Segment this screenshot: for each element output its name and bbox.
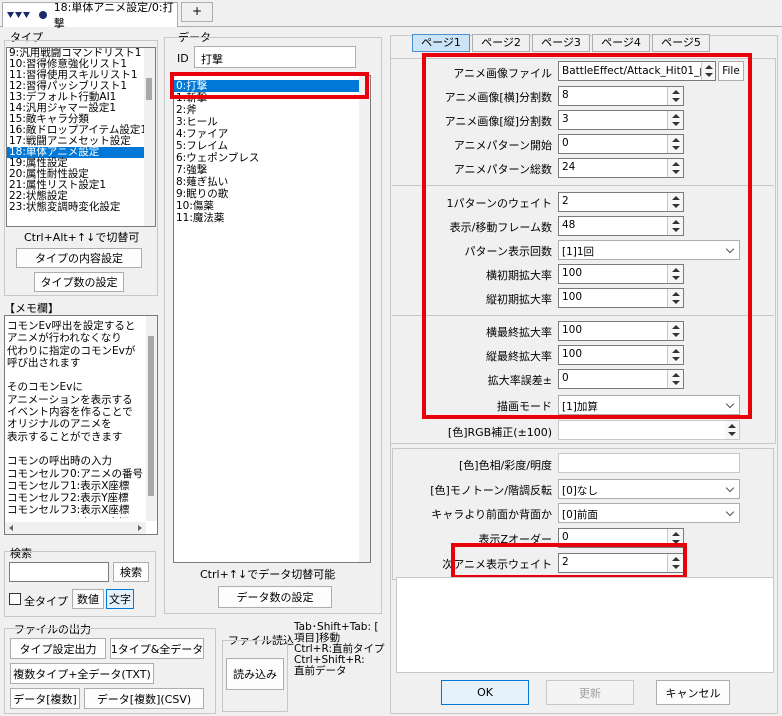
page-tab-5[interactable]: ページ5 [652, 34, 710, 52]
type-list-scrollbar[interactable] [144, 48, 155, 226]
scroll-thumb[interactable] [146, 78, 152, 100]
page-tab-3[interactable]: ページ3 [532, 34, 590, 52]
data-list-scrollbar[interactable] [359, 76, 370, 562]
type-count-button[interactable]: タイプ数の設定 [34, 272, 124, 292]
rgb-label: [色]RGB補正(±100) [447, 426, 552, 439]
memo-line: アニメーションを表示する [7, 393, 133, 406]
search-button[interactable]: 検索 [113, 562, 149, 582]
data-hint: Ctrl+↑↓でデータ切替可能 [200, 568, 336, 581]
text-toggle[interactable]: 文字 [106, 589, 134, 609]
page-tabs: ページ1 ページ2 ページ3 ページ4 ページ5 [412, 34, 710, 52]
memo-line: アニメが行われなくなり [7, 332, 122, 345]
update-button[interactable]: 更新 [546, 680, 634, 705]
type-hint: Ctrl+Alt+↑↓で切替可 [24, 231, 140, 244]
data-list-item[interactable]: 4:ファイア [174, 128, 360, 140]
data-list[interactable]: 0:打撃 1:斬撃 2:斧 3:ヒール 4:ファイア 5:フレイム 6:ウェポンブレス 7:強… [173, 75, 371, 563]
highlight-fields-main [422, 53, 752, 419]
ok-button[interactable]: OK [441, 680, 529, 705]
highlight-data-item [170, 72, 369, 99]
search-input[interactable] [9, 562, 109, 582]
type-list[interactable]: 9:汎用戦闘コマンドリスト1 10:習得修意強化リスト1 11:習得使用スキルリスト… [6, 47, 156, 227]
memo-line: 表示することができます [7, 430, 123, 443]
memo-line: オリジナルのアニメを [7, 418, 112, 431]
memo-heading: 【メモ欄】 [4, 302, 59, 315]
type-content-button[interactable]: タイプの内容設定 [16, 248, 142, 268]
data-list-item[interactable]: 10:傷薬 [174, 200, 360, 212]
data-list-item[interactable]: 6:ウェポンブレス [174, 152, 360, 164]
memo-hscroll[interactable] [5, 522, 146, 534]
circle-icon [39, 11, 48, 19]
memo-line: コモンEv呼出を設定すると [7, 320, 136, 332]
all-types-checkbox[interactable] [9, 593, 21, 605]
data-count-button[interactable]: データ数の設定 [218, 586, 332, 608]
cancel-button[interactable]: キャンセル [656, 680, 730, 705]
type-list-item[interactable]: 23:状態変調時変化設定 [7, 202, 145, 213]
triangle-icons [7, 12, 30, 18]
memo-line [7, 443, 147, 455]
memo-line: 代わりに指定のコモンEvが [7, 344, 136, 357]
add-tab-button[interactable]: + [181, 2, 213, 22]
shortcut-line: 直前データ [294, 665, 347, 677]
data-list-item[interactable]: 9:眠りの歌 [174, 188, 360, 200]
data-list-item[interactable]: 7:強撃 [174, 164, 360, 176]
notes-area[interactable] [396, 577, 774, 673]
rgb-input[interactable] [558, 420, 740, 440]
type-output-button[interactable]: タイプ設定出力 [10, 638, 106, 659]
page-tab-1[interactable]: ページ1 [412, 34, 470, 52]
id-label: ID [177, 52, 189, 65]
shortcut-help: Tab･Shift+Tab: [項目]移動 Ctrl+R:直前タイプ Ctrl+Sh… [294, 622, 388, 677]
memo-line: コモンセルフ3:表示X座標 [7, 504, 130, 517]
data-multi-csv-button[interactable]: データ[複数](CSV) [84, 688, 204, 709]
scroll-right-icon [138, 525, 142, 531]
multi-type-txt-button[interactable]: 複数タイプ+全データ(TXT) [10, 663, 154, 684]
memo-line: コモンセルフ4:表示Y座標 [7, 517, 147, 518]
memo-line: コモンセルフ0:アニメの番号 [7, 467, 144, 480]
data-list-item[interactable]: 5:フレイム [174, 140, 360, 152]
page-tab-4[interactable]: ページ4 [592, 34, 650, 52]
load-button[interactable]: 読み込み [226, 658, 284, 690]
memo-vscroll-thumb[interactable] [148, 336, 154, 496]
memo-textarea[interactable]: コモンEv呼出を設定すると アニメが行われなくなり 代わりに指定のコモンEvが 呼び出… [4, 315, 158, 535]
tab-title: 18:単体アニメ設定/0:打撃 [53, 1, 174, 30]
memo-line [7, 369, 147, 381]
memo-line: イベント内容を作ることで [7, 406, 133, 419]
numeric-toggle[interactable]: 数値 [72, 589, 104, 609]
page-tab-2[interactable]: ページ2 [472, 34, 530, 52]
tab-active[interactable]: 18:単体アニメ設定/0:打撃 [2, 1, 178, 30]
memo-line: そのコモンEvに [7, 381, 83, 394]
all-types-label: 全タイプ [24, 595, 68, 608]
memo-vscroll[interactable] [146, 316, 157, 521]
data-list-item[interactable]: 3:ヒール [174, 116, 360, 128]
data-name-value: 打撃 [201, 53, 223, 66]
data-list-item[interactable]: 8:薙ぎ払い [174, 176, 360, 188]
memo-line: コモンの呼出時の入力 [7, 455, 112, 468]
color-group [392, 448, 774, 580]
data-list-item[interactable]: 11:魔法薬 [174, 212, 360, 224]
scroll-left-icon [9, 525, 13, 531]
memo-line: コモンセルフ1:表示X座標 [7, 479, 130, 492]
data-list-item[interactable]: 2:斧 [174, 104, 360, 116]
memo-line: コモンセルフ2:表示Y座標 [7, 492, 129, 505]
data-multi-button[interactable]: データ[複数] [10, 688, 80, 709]
data-name-input[interactable]: 打撃 [194, 46, 356, 68]
one-type-all-data-button[interactable]: 1タイプ&全データ [110, 638, 204, 659]
memo-line: 呼び出されます [7, 356, 81, 369]
